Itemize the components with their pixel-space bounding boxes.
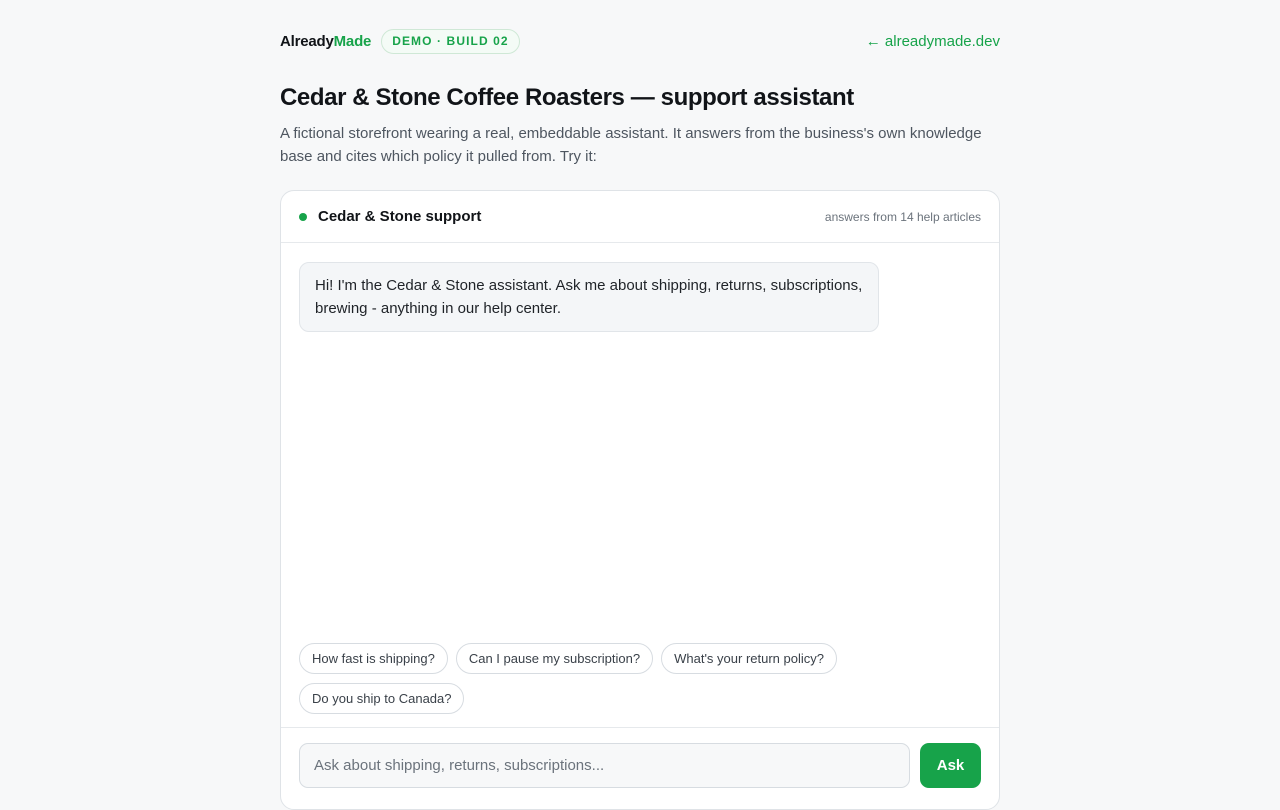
back-link[interactable]: ← alreadymade.dev	[866, 33, 1000, 50]
chat-widget: Cedar & Stone support answers from 14 he…	[280, 190, 1000, 810]
page-description: A fictional storefront wearing a real, e…	[280, 125, 982, 165]
online-status-dot-icon	[299, 212, 307, 221]
chat-title-group: Cedar & Stone support	[299, 208, 481, 225]
page-title: Cedar & Stone Coffee Roasters — support …	[280, 84, 854, 111]
top-bar: AlreadyMade DEMO · BUILD 02 ← alreadymad…	[280, 28, 1000, 54]
chat-input-bar: Ask	[281, 727, 999, 809]
brand-logo-part2: Made	[333, 32, 372, 50]
ask-button[interactable]: Ask	[920, 743, 981, 788]
chat-input[interactable]	[299, 743, 910, 788]
build-badge: DEMO · BUILD 02	[381, 28, 520, 54]
chat-title: Cedar & Stone support	[318, 208, 482, 225]
brand-logo[interactable]: AlreadyMade	[280, 33, 371, 50]
suggestion-chips: How fast is shipping? Can I pause my sub…	[299, 643, 983, 714]
brand-group: AlreadyMade DEMO · BUILD 02	[280, 28, 520, 54]
chat-meta: answers from 14 help articles	[824, 209, 981, 224]
brand-logo-part1: Already	[280, 32, 334, 50]
suggestion-chip-ship-canada[interactable]: Do you ship to Canada?	[299, 683, 465, 714]
assistant-message: Hi! I'm the Cedar & Stone assistant. Ask…	[299, 262, 879, 332]
chat-header: Cedar & Stone support answers from 14 he…	[281, 191, 999, 243]
suggestion-chip-return-policy[interactable]: What's your return policy?	[661, 643, 837, 674]
suggestion-chip-pause-subscription[interactable]: Can I pause my subscription?	[455, 643, 654, 674]
suggestion-chip-shipping-speed[interactable]: How fast is shipping?	[299, 643, 448, 674]
